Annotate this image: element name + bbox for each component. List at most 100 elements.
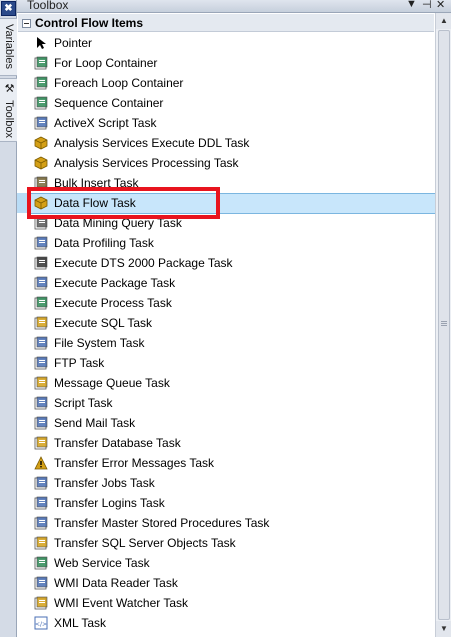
xml-icon: </> <box>34 616 48 630</box>
toolbox-item-send-mail-task[interactable]: Send Mail Task <box>17 413 435 433</box>
toolbox-item-label: Message Queue Task <box>54 376 170 390</box>
svg-text:</>: </> <box>35 621 47 628</box>
toolbox-item-wmi-data-reader-task[interactable]: WMI Data Reader Task <box>17 573 435 593</box>
scroll-up-arrow-icon[interactable]: ▲ <box>436 13 451 29</box>
stored-proc-icon <box>34 516 48 530</box>
group-header-label: Control Flow Items <box>35 16 143 30</box>
cube-icon <box>34 136 48 150</box>
group-header-control-flow[interactable]: Control Flow Items <box>18 14 434 32</box>
toolbox-titlebar: Toolbox ▼ ⊣ ✕ <box>17 0 451 13</box>
variables-window-icon[interactable]: ✖ <box>1 1 16 16</box>
transfer-db-icon <box>34 436 48 450</box>
process-icon <box>34 296 48 310</box>
toolbox-item-label: Transfer Master Stored Procedures Task <box>54 516 270 530</box>
toolbox-title: Toolbox <box>27 0 69 12</box>
toolbox-item-label: Web Service Task <box>54 556 150 570</box>
wmi-reader-icon <box>34 576 48 590</box>
toolbox-item-execute-package-task[interactable]: Execute Package Task <box>17 273 435 293</box>
toolbox-item-list: Pointer For Loop Container Foreach Loop Co… <box>17 33 436 633</box>
mail-icon <box>34 416 48 430</box>
toolbox-item-label: ActiveX Script Task <box>54 116 157 130</box>
toolbox-item-label: Pointer <box>54 36 93 50</box>
toolbox-item-label: File System Task <box>54 336 145 350</box>
script-icon <box>34 396 48 410</box>
message-queue-icon <box>34 376 48 390</box>
sql-icon <box>34 316 48 330</box>
toolbox-item-data-profiling-task[interactable]: Data Profiling Task <box>17 233 435 253</box>
toolbox-item-label: Transfer Logins Task <box>54 496 165 510</box>
vertical-scrollbar[interactable]: ▲ ▼ <box>435 13 451 637</box>
toolbox-item-label: Script Task <box>54 396 113 410</box>
collapse-icon[interactable] <box>22 19 31 28</box>
toolbox-item-label: Transfer Error Messages Task <box>54 456 215 470</box>
toolbox-item-for-loop-container[interactable]: For Loop Container <box>17 53 435 73</box>
toolbox-item-wmi-event-watcher-task[interactable]: WMI Event Watcher Task <box>17 593 435 613</box>
cube-icon <box>34 156 48 170</box>
foreach-loop-icon <box>34 76 48 90</box>
toolbox-panel: Toolbox ▼ ⊣ ✕ Control Flow Items Pointer… <box>17 0 451 637</box>
toolbox-item-transfer-jobs-task[interactable]: Transfer Jobs Task <box>17 473 435 493</box>
toolbox-content: Control Flow Items Pointer For Loop Conta… <box>17 13 436 637</box>
toolbox-item-web-service-task[interactable]: Web Service Task <box>17 553 435 573</box>
toolbox-item-ftp-task[interactable]: FTP Task <box>17 353 435 373</box>
scrollbar-thumb[interactable] <box>438 30 450 620</box>
jobs-icon <box>34 476 48 490</box>
for-loop-icon <box>34 56 48 70</box>
toolbox-item-label: Transfer Database Task <box>54 436 181 450</box>
toolbox-item-label: WMI Event Watcher Task <box>54 596 189 610</box>
window-position-dropdown-icon[interactable]: ▼ <box>406 0 417 10</box>
toolbox-item-script-task[interactable]: Script Task <box>17 393 435 413</box>
toolbox-item-label: Execute DTS 2000 Package Task <box>54 256 233 270</box>
toolbox-item-label: WMI Data Reader Task <box>54 576 178 590</box>
toolbox-item-label: Execute SQL Task <box>54 316 153 330</box>
toolbox-item-transfer-error-messages-task[interactable]: Transfer Error Messages Task <box>17 453 435 473</box>
auto-hide-pin-icon[interactable]: ⊣ <box>422 0 432 11</box>
toolbox-item-transfer-database-task[interactable]: Transfer Database Task <box>17 433 435 453</box>
file-system-icon <box>34 336 48 350</box>
toolbox-item-label: Analysis Services Execute DDL Task <box>54 136 250 150</box>
toolbox-item-analysis-services-execute-ddl-task[interactable]: Analysis Services Execute DDL Task <box>17 133 435 153</box>
toolbox-item-sequence-container[interactable]: Sequence Container <box>17 93 435 113</box>
toolbox-item-analysis-services-processing-task[interactable]: Analysis Services Processing Task <box>17 153 435 173</box>
profiling-icon <box>34 236 48 250</box>
toolbox-item-foreach-loop-container[interactable]: Foreach Loop Container <box>17 73 435 93</box>
variables-tab[interactable]: Variables <box>0 18 17 76</box>
toolbox-item-label: Data Profiling Task <box>54 236 154 250</box>
toolbox-item-pointer[interactable]: Pointer <box>17 33 435 53</box>
toolbox-item-execute-process-task[interactable]: Execute Process Task <box>17 293 435 313</box>
toolbox-item-activex-script-task[interactable]: ActiveX Script Task <box>17 113 435 133</box>
ftp-icon <box>34 356 48 370</box>
wmi-watcher-icon <box>34 596 48 610</box>
toolbox-item-label: FTP Task <box>54 356 105 370</box>
close-icon[interactable]: ✕ <box>436 0 445 11</box>
activex-icon <box>34 116 48 130</box>
dts-icon <box>34 256 48 270</box>
pointer-icon <box>34 36 48 50</box>
thumb-grip-icon <box>441 321 447 322</box>
auto-hide-strip: ✖ Variables ⚒ Toolbox <box>0 0 17 637</box>
toolbox-tab[interactable]: ⚒ Toolbox <box>0 78 17 142</box>
toolbox-item-execute-dts-2000-package-task[interactable]: Execute DTS 2000 Package Task <box>17 253 435 273</box>
toolbox-item-label: Sequence Container <box>54 96 164 110</box>
toolbox-item-execute-sql-task[interactable]: Execute SQL Task <box>17 313 435 333</box>
toolbox-item-label: Analysis Services Processing Task <box>54 156 239 170</box>
toolbox-item-label: Transfer SQL Server Objects Task <box>54 536 236 550</box>
toolbox-item-label: Transfer Jobs Task <box>54 476 155 490</box>
logins-icon <box>34 496 48 510</box>
toolbox-item-label: For Loop Container <box>54 56 158 70</box>
toolbox-item-message-queue-task[interactable]: Message Queue Task <box>17 373 435 393</box>
sequence-icon <box>34 96 48 110</box>
toolbox-item-transfer-logins-task[interactable]: Transfer Logins Task <box>17 493 435 513</box>
web-service-icon <box>34 556 48 570</box>
toolbox-item-file-system-task[interactable]: File System Task <box>17 333 435 353</box>
toolbox-item-transfer-master-stored-procedures-task[interactable]: Transfer Master Stored Procedures Task <box>17 513 435 533</box>
toolbox-item-label: Send Mail Task <box>54 416 136 430</box>
scroll-down-arrow-icon[interactable]: ▼ <box>436 621 451 637</box>
variables-tab-label: Variables <box>3 24 15 70</box>
sql-objects-icon <box>34 536 48 550</box>
package-icon <box>34 276 48 290</box>
annotation-highlight-box <box>27 187 220 219</box>
toolbox-item-transfer-sql-server-objects-task[interactable]: Transfer SQL Server Objects Task <box>17 533 435 553</box>
tools-icon: ⚒ <box>3 82 15 95</box>
toolbox-item-xml-task[interactable]: </> XML Task <box>17 613 435 633</box>
